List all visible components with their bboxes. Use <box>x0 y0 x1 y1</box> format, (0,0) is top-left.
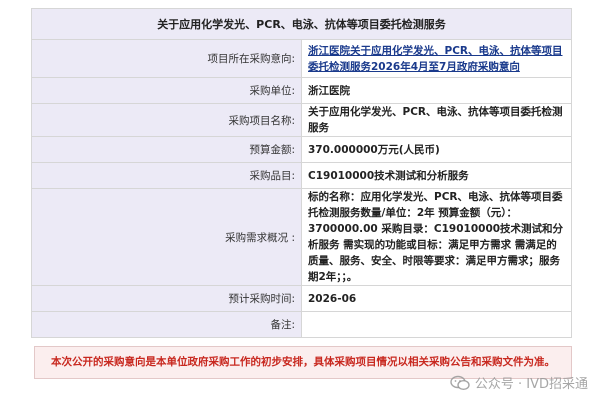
row-label-purchaser: 采购单位: <box>31 77 302 104</box>
table-title-row: 关于应用化学发光、PCR、电泳、抗体等项目委托检测服务 <box>31 8 572 40</box>
table-row: 采购品目: C19010000技术测试和分析服务 <box>31 162 572 189</box>
table-row: 采购项目名称: 关于应用化学发光、PCR、电泳、抗体等项目委托检测服务 <box>31 103 572 137</box>
table-row: 采购需求概况 : 标的名称：应用化学发光、PCR、电泳、抗体等项目委托检测服务数… <box>31 188 572 286</box>
purchaser-value: 浙江医院 <box>301 77 572 104</box>
requirements-value: 标的名称：应用化学发光、PCR、电泳、抗体等项目委托检测服务数量/单位：2年 预… <box>301 188 572 286</box>
purchase-time-value: 2026-06 <box>301 285 572 312</box>
remarks-value <box>301 311 572 338</box>
row-label-remarks: 备注: <box>31 311 302 338</box>
row-label-intent: 项目所在采购意向: <box>31 39 302 78</box>
table-row: 采购单位: 浙江医院 <box>31 77 572 104</box>
page: 关于应用化学发光、PCR、电泳、抗体等项目委托检测服务 项目所在采购意向: 浙江… <box>0 0 600 400</box>
wechat-icon <box>450 375 470 390</box>
project-name-value: 关于应用化学发光、PCR、电泳、抗体等项目委托检测服务 <box>301 103 572 137</box>
procurement-intent-table: 关于应用化学发光、PCR、电泳、抗体等项目委托检测服务 项目所在采购意向: 浙江… <box>31 8 572 338</box>
budget-value: 370.000000万元(人民币) <box>301 136 572 163</box>
row-label-time: 预计采购时间: <box>31 285 302 312</box>
watermark-text: 公众号 · IVD招采通 <box>474 377 588 392</box>
category-value: C19010000技术测试和分析服务 <box>301 162 572 189</box>
row-label-requirements: 采购需求概况 : <box>31 188 302 286</box>
table-row: 预算金额: 370.000000万元(人民币) <box>31 136 572 163</box>
watermark: 公众号 · IVD招采通 <box>450 373 588 392</box>
row-label-project-name: 采购项目名称: <box>31 103 302 137</box>
table-title: 关于应用化学发光、PCR、电泳、抗体等项目委托检测服务 <box>31 8 572 40</box>
row-label-budget: 预算金额: <box>31 136 302 163</box>
row-label-category: 采购品目: <box>31 162 302 189</box>
table-row: 项目所在采购意向: 浙江医院关于应用化学发光、PCR、电泳、抗体等项目委托检测服… <box>31 39 572 78</box>
table-row: 备注: <box>31 311 572 338</box>
intent-link[interactable]: 浙江医院关于应用化学发光、PCR、电泳、抗体等项目委托检测服务2026年4月至7… <box>301 39 572 78</box>
table-row: 预计采购时间: 2026-06 <box>31 285 572 312</box>
